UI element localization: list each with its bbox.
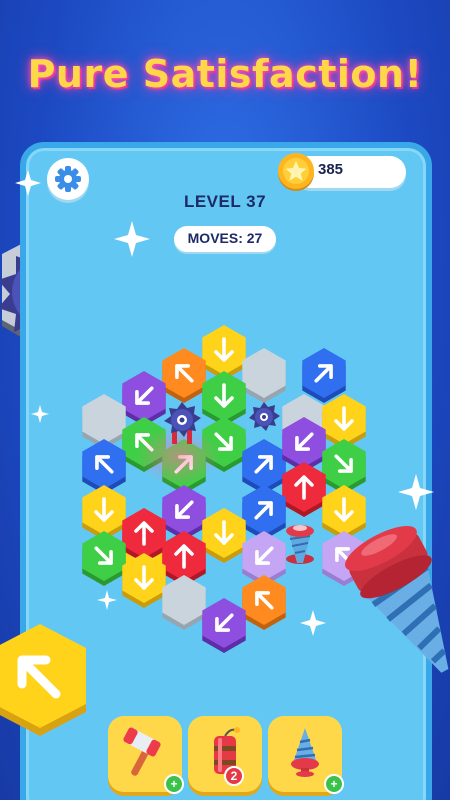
star-coin-icon <box>278 153 314 191</box>
level-label: LEVEL 37 <box>183 192 267 211</box>
dynamite-tool-button[interactable]: 2 <box>188 716 262 792</box>
moves-counter: MOVES: 27 <box>187 230 263 246</box>
gear-icon <box>55 166 81 192</box>
drill-decoration <box>345 526 449 673</box>
arrow-hex-decoration <box>0 624 86 736</box>
dynamite-count-badge: 2 <box>224 766 244 786</box>
drill-icon <box>291 728 319 777</box>
drill-add-badge[interactable]: + <box>324 774 344 794</box>
hammer-icon <box>123 727 161 776</box>
coin-amount: 385 <box>318 161 344 178</box>
hammer-tool-button[interactable]: + <box>108 716 184 794</box>
drill-tool-button[interactable]: + <box>268 716 344 794</box>
hammer-add-badge[interactable]: + <box>164 774 184 794</box>
